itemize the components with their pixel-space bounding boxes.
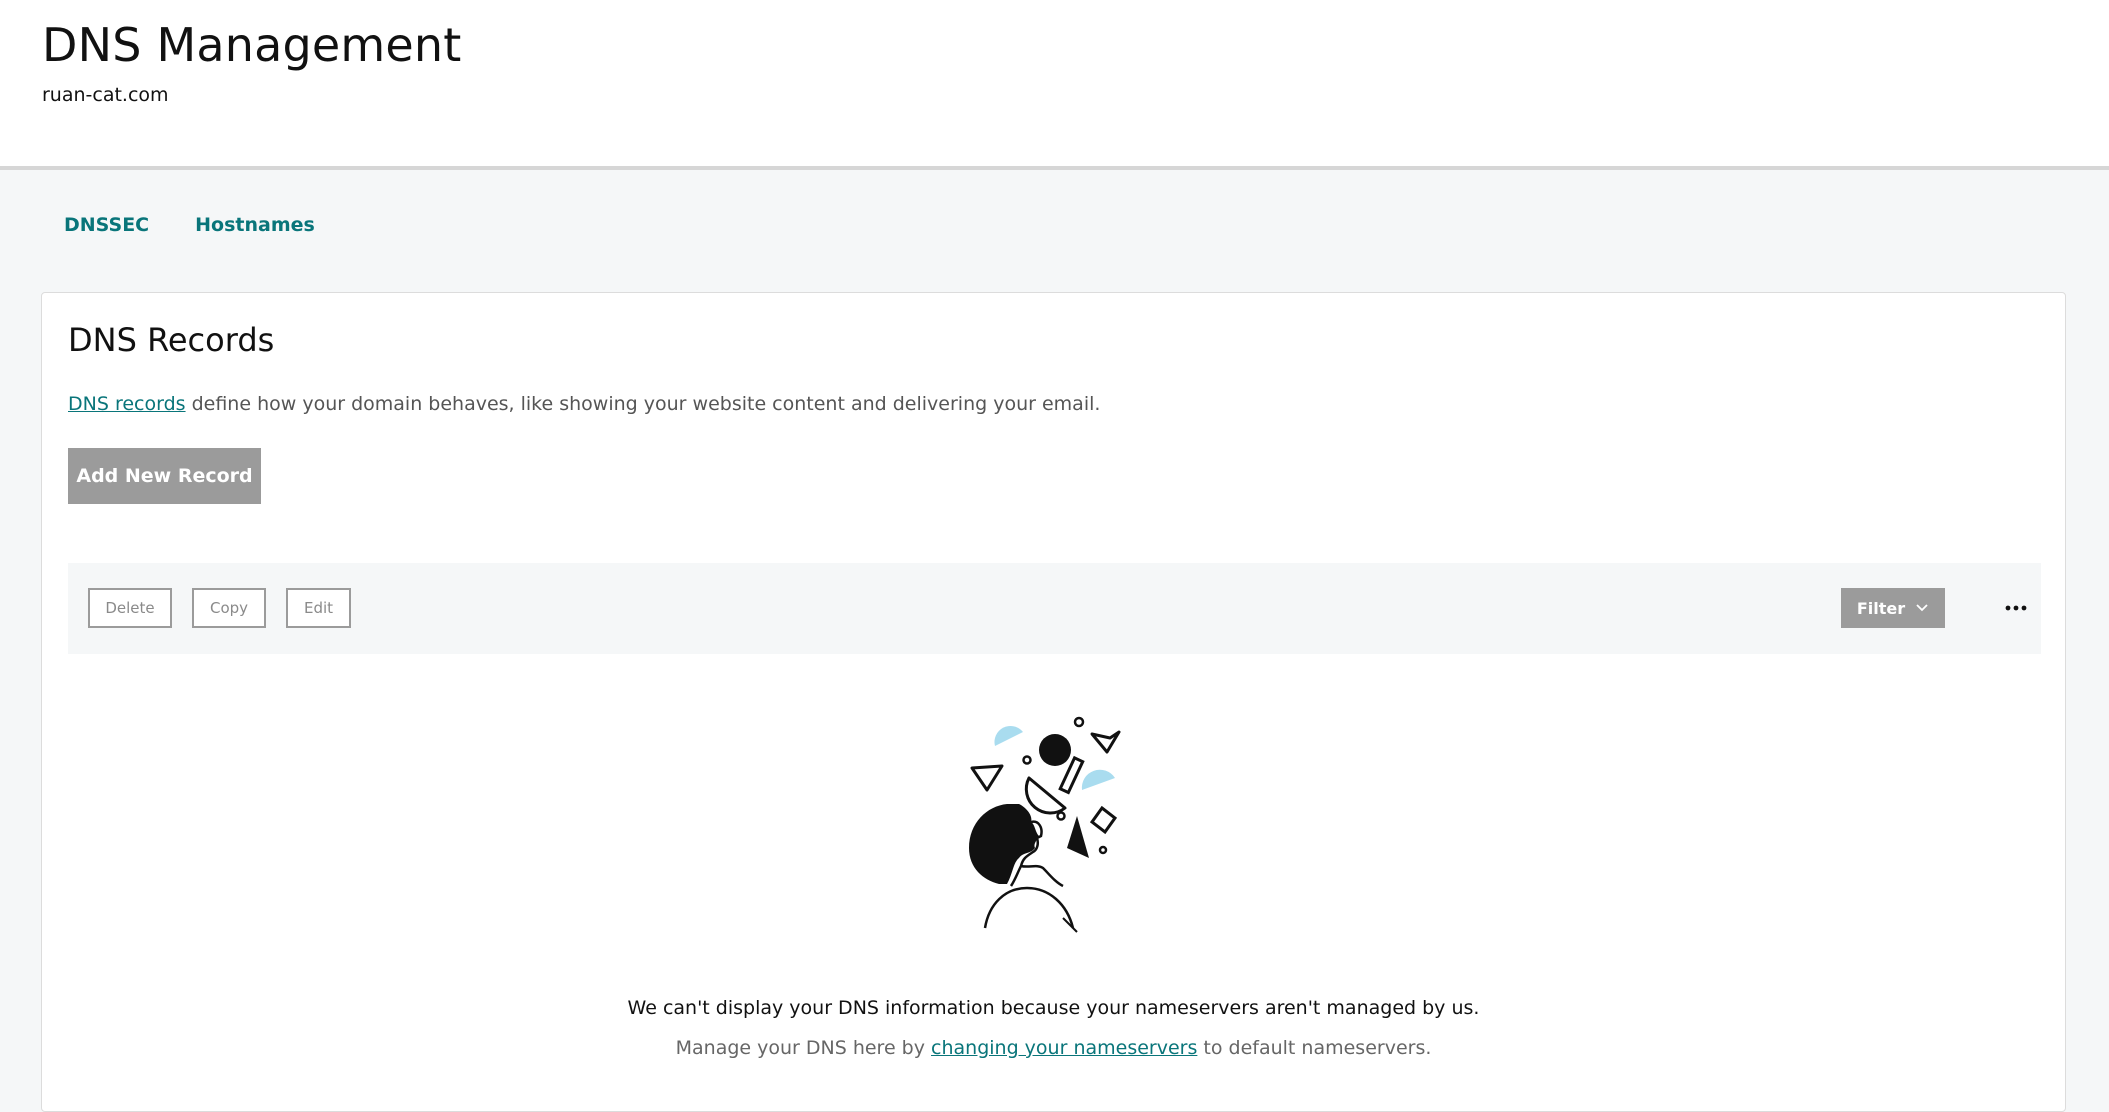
edit-button[interactable]: Edit xyxy=(286,588,351,628)
dns-records-link[interactable]: DNS records xyxy=(68,393,186,415)
chevron-down-icon xyxy=(1916,604,1928,612)
empty-state-message: We can't display your DNS information be… xyxy=(627,997,1480,1019)
submessage-prefix: Manage your DNS here by xyxy=(675,1037,932,1059)
tab-bar: DNSSEC Hostnames xyxy=(64,214,315,236)
dns-records-description: DNS records define how your domain behav… xyxy=(68,393,1100,415)
ellipsis-icon xyxy=(2005,605,2027,611)
change-nameservers-link[interactable]: changing your nameservers xyxy=(931,1037,1197,1059)
copy-button[interactable]: Copy xyxy=(192,588,266,628)
dns-records-title: DNS Records xyxy=(68,321,275,359)
empty-state-illustration xyxy=(969,716,1121,933)
description-text: define how your domain behaves, like sho… xyxy=(185,393,1101,415)
empty-state-submessage: Manage your DNS here by changing your na… xyxy=(42,1037,2065,1059)
delete-button[interactable]: Delete xyxy=(88,588,172,628)
submessage-suffix: to default nameservers. xyxy=(1197,1037,1432,1059)
tab-dnssec[interactable]: DNSSEC xyxy=(64,214,149,236)
add-new-record-button[interactable]: Add New Record xyxy=(68,448,261,504)
records-toolbar: Delete Copy Edit Filter xyxy=(68,563,2041,654)
dns-records-card: DNS Records DNS records define how your … xyxy=(41,292,2066,1112)
page-header: DNS Management ruan-cat.com xyxy=(0,0,2109,170)
domain-name: ruan-cat.com xyxy=(42,84,169,106)
more-options-button[interactable] xyxy=(1996,588,2036,628)
filter-label: Filter xyxy=(1856,598,1906,618)
page-title: DNS Management xyxy=(42,18,462,72)
tab-hostnames[interactable]: Hostnames xyxy=(195,214,315,236)
filter-button[interactable]: Filter xyxy=(1841,588,1945,628)
